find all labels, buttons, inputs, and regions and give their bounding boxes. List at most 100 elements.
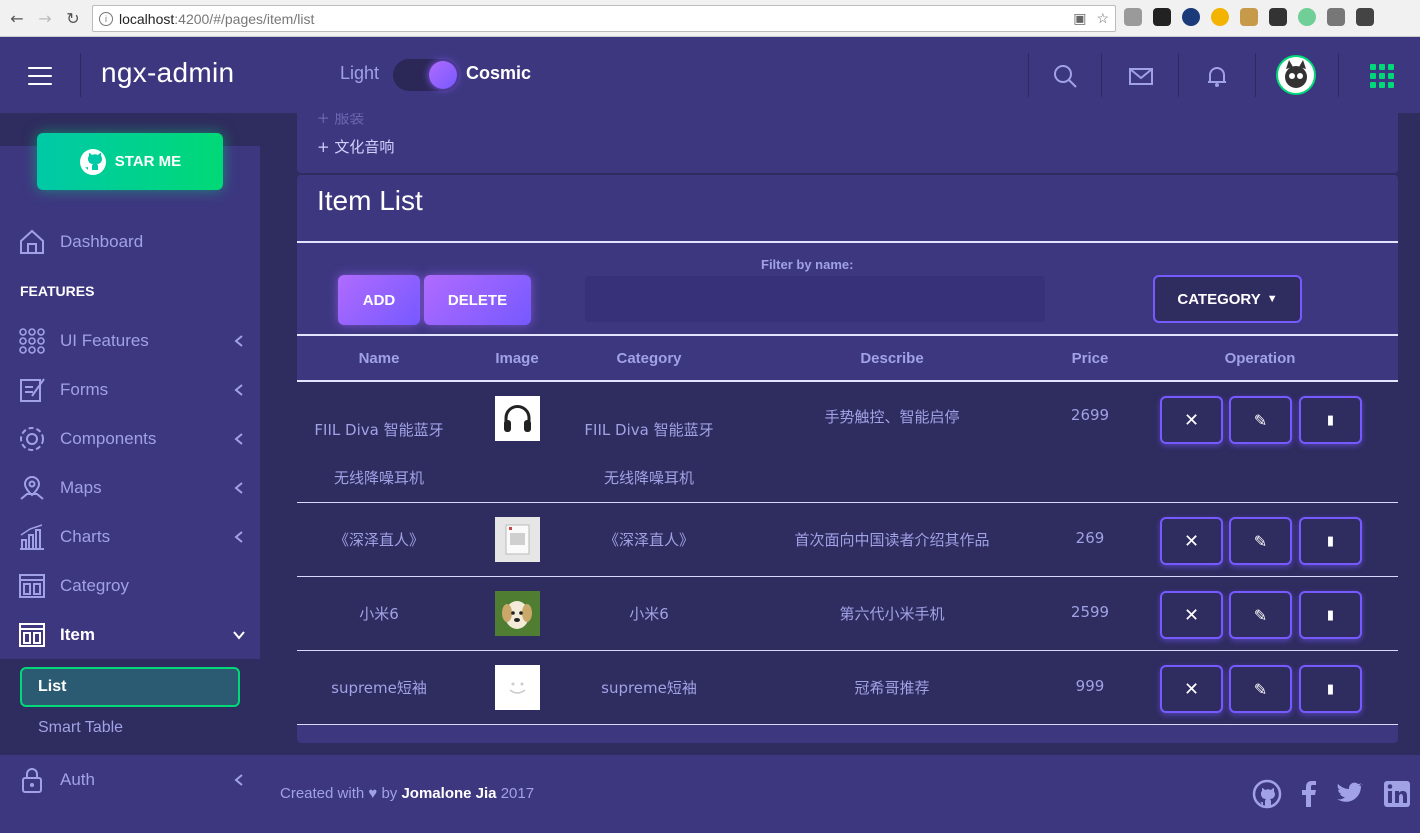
twitter-icon[interactable] bbox=[1334, 779, 1364, 809]
reload-icon[interactable]: ↻ bbox=[62, 7, 84, 29]
detail-row-button[interactable]: ▮ bbox=[1299, 591, 1362, 639]
extension-icon[interactable] bbox=[1327, 8, 1345, 26]
apps-grid-icon[interactable] bbox=[1370, 64, 1394, 88]
brand-logo[interactable]: ngx-admin bbox=[101, 57, 234, 89]
category-tree-item[interactable]: + 服装 bbox=[317, 113, 364, 128]
item-image-shirt[interactable] bbox=[495, 665, 540, 710]
extension-icon[interactable] bbox=[1153, 8, 1171, 26]
browser-chrome: ← → ↻ i localhost:4200/#/pages/item/list… bbox=[0, 0, 1420, 37]
theme-switch[interactable] bbox=[393, 59, 459, 91]
cell-price: 269 bbox=[1075, 529, 1105, 547]
cell-name: supreme短袖 bbox=[331, 679, 427, 697]
filter-name-input[interactable] bbox=[585, 276, 1045, 322]
book-icon bbox=[505, 524, 530, 555]
delete-row-button[interactable]: ✕ bbox=[1160, 591, 1223, 639]
address-bar[interactable]: i localhost:4200/#/pages/item/list ▣ ☆ bbox=[92, 5, 1116, 32]
column-header-price[interactable]: Price bbox=[1072, 350, 1109, 367]
bell-icon[interactable] bbox=[1204, 63, 1230, 89]
column-header-category[interactable]: Category bbox=[616, 350, 681, 367]
bar-chart-icon bbox=[20, 523, 44, 550]
star-me-button[interactable]: STAR ME bbox=[37, 133, 223, 190]
search-icon[interactable] bbox=[1052, 63, 1078, 89]
sidebar-item-auth[interactable]: Auth bbox=[0, 755, 260, 804]
header-divider bbox=[1101, 53, 1102, 97]
pencil-icon: ✎ bbox=[1253, 679, 1268, 699]
column-header-image[interactable]: Image bbox=[495, 350, 538, 367]
delete-row-button[interactable]: ✕ bbox=[1160, 517, 1223, 565]
mail-icon[interactable] bbox=[1128, 63, 1154, 89]
close-icon: ✕ bbox=[1183, 678, 1200, 700]
page-title: Item List bbox=[317, 185, 423, 216]
detail-row-button[interactable]: ▮ bbox=[1299, 396, 1362, 444]
extension-icon[interactable] bbox=[1240, 8, 1258, 26]
header-divider bbox=[1338, 53, 1339, 97]
sidebar-item-label: Charts bbox=[60, 526, 111, 546]
chevron-left-icon bbox=[234, 773, 243, 786]
edit-row-button[interactable]: ✎ bbox=[1229, 591, 1292, 639]
columns-icon bbox=[19, 573, 45, 598]
edit-row-button[interactable]: ✎ bbox=[1229, 517, 1292, 565]
facebook-icon[interactable] bbox=[1294, 779, 1324, 809]
sidebar-item-label: Dashboard bbox=[60, 231, 144, 251]
theme-cosmic-label[interactable]: Cosmic bbox=[466, 63, 531, 84]
submenu-item-smart-table[interactable]: Smart Table bbox=[38, 719, 123, 737]
github-icon[interactable] bbox=[1252, 779, 1282, 809]
chevron-down-icon bbox=[233, 630, 245, 640]
extension-icon[interactable] bbox=[1211, 8, 1229, 26]
edit-row-button[interactable]: ✎ bbox=[1229, 665, 1292, 713]
column-header-describe[interactable]: Describe bbox=[860, 350, 923, 367]
info-icon[interactable]: i bbox=[99, 11, 113, 26]
category-dropdown-button[interactable]: CATEGORY ▼ bbox=[1153, 275, 1302, 323]
linkedin-icon[interactable] bbox=[1382, 779, 1412, 809]
sidebar-item-label: Forms bbox=[60, 379, 109, 399]
github-icon bbox=[79, 148, 106, 175]
header-divider bbox=[1255, 53, 1256, 97]
extension-icon[interactable] bbox=[1356, 8, 1374, 26]
main-content: + 服装 + 文化音响 Item List ADD DELETE Filter … bbox=[260, 113, 1420, 755]
translate-icon[interactable]: ▣ bbox=[1073, 10, 1086, 27]
submenu-item-list[interactable]: List bbox=[20, 667, 240, 707]
filter-label: Filter by name: bbox=[761, 257, 854, 272]
item-image-book[interactable] bbox=[495, 517, 540, 562]
category-tree-item[interactable]: + 文化音响 bbox=[317, 136, 394, 157]
extension-icon[interactable] bbox=[1298, 8, 1316, 26]
extension-icon[interactable] bbox=[1269, 8, 1287, 26]
back-icon[interactable]: ← bbox=[6, 7, 28, 29]
delete-row-button[interactable]: ✕ bbox=[1160, 665, 1223, 713]
cell-name: 《深泽直人》 bbox=[333, 531, 425, 549]
column-header-operation[interactable]: Operation bbox=[1225, 350, 1296, 367]
item-image-headphones[interactable] bbox=[495, 396, 540, 441]
item-image-puppy[interactable] bbox=[495, 591, 540, 636]
user-avatar[interactable] bbox=[1276, 55, 1316, 95]
sidebar-item-label: Maps bbox=[60, 477, 102, 497]
sidebar-item-forms[interactable]: Forms bbox=[0, 365, 260, 414]
delete-row-button[interactable]: ✕ bbox=[1160, 396, 1223, 444]
add-button[interactable]: ADD bbox=[338, 275, 420, 325]
forward-icon[interactable]: → bbox=[34, 7, 56, 29]
sidebar-item-dashboard[interactable]: Dashboard bbox=[0, 217, 260, 266]
theme-light-label[interactable]: Light bbox=[340, 63, 379, 84]
extension-icon[interactable] bbox=[1124, 8, 1142, 26]
menu-toggle-icon[interactable] bbox=[28, 67, 52, 85]
extension-icon[interactable] bbox=[1182, 8, 1200, 26]
sidebar-item-components[interactable]: Components bbox=[0, 414, 260, 463]
extension-icons bbox=[1124, 8, 1374, 26]
sidebar-item-ui-features[interactable]: UI Features bbox=[0, 316, 260, 365]
sidebar-item-item[interactable]: Item bbox=[0, 610, 260, 659]
edit-row-button[interactable]: ✎ bbox=[1229, 396, 1292, 444]
detail-row-button[interactable]: ▮ bbox=[1299, 517, 1362, 565]
category-dropdown-label: CATEGORY bbox=[1177, 290, 1261, 308]
bookmark-star-icon[interactable]: ☆ bbox=[1096, 10, 1109, 27]
gear-icon bbox=[20, 426, 44, 451]
top-header: ngx-admin Light Cosmic bbox=[0, 37, 1420, 113]
sidebar-item-charts[interactable]: Charts bbox=[0, 512, 260, 561]
puppy-photo-icon bbox=[495, 591, 540, 636]
delete-button[interactable]: DELETE bbox=[424, 275, 531, 325]
detail-row-button[interactable]: ▮ bbox=[1299, 665, 1362, 713]
column-header-name[interactable]: Name bbox=[359, 350, 400, 367]
sidebar-item-maps[interactable]: Maps bbox=[0, 463, 260, 512]
cell-price: 999 bbox=[1075, 677, 1105, 695]
sidebar-item-categroy[interactable]: Categroy bbox=[0, 561, 260, 610]
map-pin-icon bbox=[20, 475, 44, 500]
footer-author[interactable]: Jomalone Jia bbox=[401, 785, 496, 802]
